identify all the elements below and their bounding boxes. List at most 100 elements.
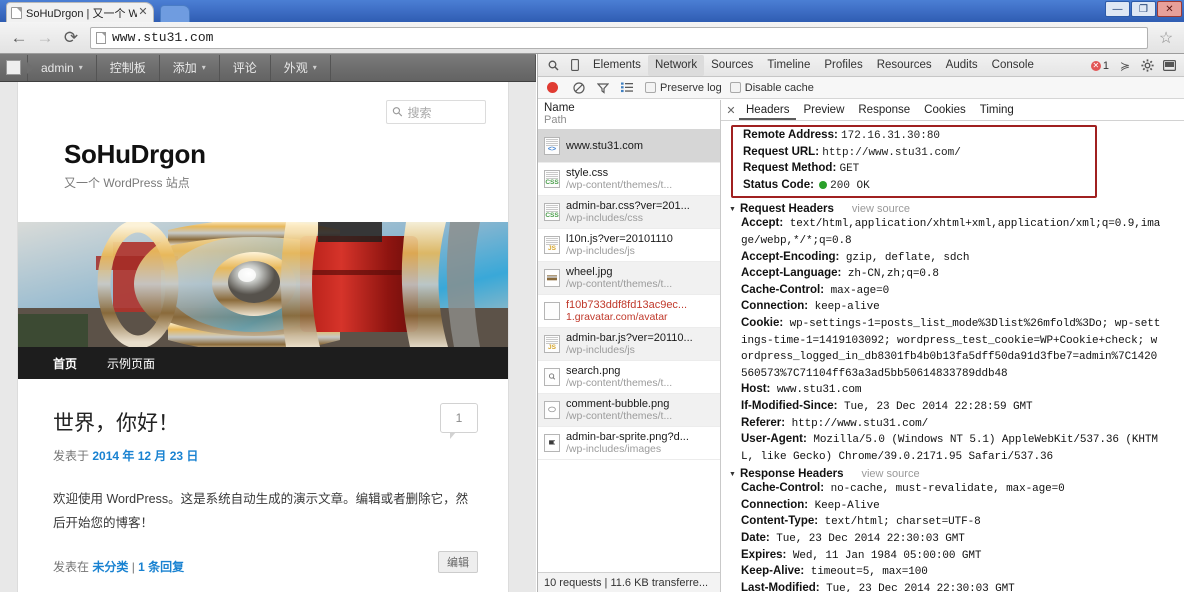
filter-icon[interactable] xyxy=(593,79,613,97)
close-icon[interactable]: ✕ xyxy=(723,104,739,117)
summary-value[interactable]: http://www.stu31.com/ xyxy=(822,147,961,159)
disable-cache-checkbox[interactable]: Disable cache xyxy=(730,82,814,94)
post-date[interactable]: 2014 年 12 月 23 日 xyxy=(92,449,198,463)
tab-headers[interactable]: Headers xyxy=(739,100,796,120)
tab-close-icon[interactable]: ✕ xyxy=(137,7,149,19)
js-file-icon: JS xyxy=(544,236,560,254)
tab-resources[interactable]: Resources xyxy=(870,55,939,76)
tab-timeline[interactable]: Timeline xyxy=(760,55,817,76)
post-footer-meta: 发表在 未分类 | 1 条回复 编辑 xyxy=(53,558,473,575)
view-source-link[interactable]: view source xyxy=(852,203,910,215)
post-edit-button[interactable]: 编辑 xyxy=(438,551,478,573)
tab-elements[interactable]: Elements xyxy=(586,55,648,76)
browser-toolbar: ← → ⟳ www.stu31.com ☆ xyxy=(0,22,1184,54)
console-drawer-icon[interactable]: ≽ xyxy=(1114,55,1136,76)
summary-value: GET xyxy=(839,163,859,175)
preserve-log-checkbox[interactable]: Preserve log xyxy=(645,82,722,94)
header-line: Connection: Keep-Alive xyxy=(729,498,1161,515)
nav-item-sample-page[interactable]: 示例页面 xyxy=(107,355,155,372)
header-key: Connection: xyxy=(741,300,808,312)
new-tab-button[interactable] xyxy=(160,5,190,22)
gear-icon[interactable] xyxy=(1136,55,1158,76)
header-value: www.stu31.com xyxy=(770,384,861,396)
table-row[interactable]: f10b733ddf8fd13ac9ec... 1.gravatar.com/a… xyxy=(538,295,720,328)
table-row[interactable]: admin-bar-sprite.png?d... /wp-includes/i… xyxy=(538,427,720,460)
request-name: l10n.js?ver=20101110 xyxy=(566,233,673,245)
search-icon: ⚲ xyxy=(389,103,407,121)
tab-cookies[interactable]: Cookies xyxy=(917,100,973,120)
window-restore-button[interactable]: ❐ xyxy=(1131,1,1156,17)
page-info-icon xyxy=(96,32,106,44)
network-body: Name Path <> www.stu31.com CSS xyxy=(538,100,1184,592)
tab-timing[interactable]: Timing xyxy=(973,100,1021,120)
header-key: Referer: xyxy=(741,417,785,429)
admin-bar-item-comments[interactable]: 评论 xyxy=(220,55,271,81)
table-row[interactable]: JS l10n.js?ver=20101110 /wp-includes/js xyxy=(538,229,720,262)
table-row[interactable]: <> www.stu31.com xyxy=(538,130,720,163)
bookmark-star-icon[interactable]: ☆ xyxy=(1154,28,1178,48)
comment-count-bubble[interactable]: 1 xyxy=(440,403,478,433)
group-by-frame-icon[interactable] xyxy=(617,79,637,97)
admin-bar-spacer xyxy=(331,55,536,81)
site-canvas: ⚲ 搜索 SoHuDrgon 又一个 WordPress 站点 xyxy=(0,82,536,592)
tab-response[interactable]: Response xyxy=(851,100,917,120)
header-value: zh-CN,zh;q=0.8 xyxy=(841,268,939,280)
view-source-link[interactable]: view source xyxy=(861,468,919,480)
site-container: ⚲ 搜索 SoHuDrgon 又一个 WordPress 站点 xyxy=(18,82,508,592)
sprite-png-icon xyxy=(544,434,560,452)
admin-bar-item-dashboard[interactable]: 控制板 xyxy=(97,55,160,81)
table-row[interactable]: wheel.jpg /wp-content/themes/t... xyxy=(538,262,720,295)
nav-item-home[interactable]: 首页 xyxy=(53,355,77,372)
table-row[interactable]: CSS style.css /wp-content/themes/t... xyxy=(538,163,720,196)
admin-bar-item-admin[interactable]: admin ▾ xyxy=(28,55,97,81)
header-key: If-Modified-Since: xyxy=(741,400,837,412)
tab-console[interactable]: Console xyxy=(985,55,1041,76)
search-icon[interactable] xyxy=(542,55,564,76)
table-row[interactable]: search.png /wp-content/themes/t... xyxy=(538,361,720,394)
request-headers-section-title[interactable]: ▼ Request Headers view source xyxy=(729,203,1184,215)
wordpress-logo-icon[interactable] xyxy=(0,55,28,81)
wordpress-admin-bar: admin ▾ 控制板 添加 ▾ 评论 外观 ▾ xyxy=(0,54,536,82)
table-row[interactable]: comment-bubble.png /wp-content/themes/t.… xyxy=(538,394,720,427)
tab-preview[interactable]: Preview xyxy=(796,100,851,120)
forward-icon[interactable]: → xyxy=(32,25,58,51)
request-name: www.stu31.com xyxy=(566,140,643,152)
site-search-box[interactable]: ⚲ 搜索 xyxy=(386,100,486,124)
reload-icon[interactable]: ⟳ xyxy=(58,25,84,51)
site-title[interactable]: SoHuDrgon xyxy=(64,139,206,170)
summary-key: Request Method: xyxy=(743,162,836,174)
header-value: timeout=5, max=100 xyxy=(804,566,928,578)
site-description: 又一个 WordPress 站点 xyxy=(64,174,190,191)
header-line: Host: www.stu31.com xyxy=(729,382,1161,399)
response-headers-section-title[interactable]: ▼ Response Headers view source xyxy=(729,468,1184,480)
tab-sources[interactable]: Sources xyxy=(704,55,760,76)
request-name: style.css xyxy=(566,167,608,179)
post-replies-link[interactable]: 1 条回复 xyxy=(138,560,184,574)
chevron-down-icon: ▾ xyxy=(202,63,206,72)
js-file-icon: JS xyxy=(544,335,560,353)
table-row[interactable]: JS admin-bar.js?ver=20110... /wp-include… xyxy=(538,328,720,361)
error-count-badge[interactable]: ✕ 1 xyxy=(1091,60,1109,72)
window-minimize-button[interactable]: — xyxy=(1105,1,1130,17)
record-button[interactable] xyxy=(547,82,558,93)
browser-tab[interactable]: SoHuDrgon | 又一个 Word ✕ xyxy=(6,2,154,22)
window-close-button[interactable]: ✕ xyxy=(1157,1,1182,17)
comment-bubble-png-icon xyxy=(544,401,560,419)
address-bar[interactable]: www.stu31.com xyxy=(90,27,1148,49)
header-value: gzip, deflate, sdch xyxy=(839,252,969,264)
table-row[interactable]: CSS admin-bar.css?ver=201... /wp-include… xyxy=(538,196,720,229)
device-mode-icon[interactable] xyxy=(564,55,586,76)
tab-network[interactable]: Network xyxy=(648,55,704,76)
post-title[interactable]: 世界，你好！ xyxy=(53,407,473,437)
tab-profiles[interactable]: Profiles xyxy=(817,55,869,76)
dock-position-icon[interactable] xyxy=(1158,55,1180,76)
admin-bar-item-appearance[interactable]: 外观 ▾ xyxy=(271,55,331,81)
clear-icon[interactable] xyxy=(569,79,589,97)
admin-bar-item-new[interactable]: 添加 ▾ xyxy=(160,55,220,81)
post-category-link[interactable]: 未分类 xyxy=(92,560,128,574)
back-icon[interactable]: ← xyxy=(6,25,32,51)
network-list-header[interactable]: Name Path xyxy=(538,100,720,130)
request-path: /wp-includes/js xyxy=(566,344,635,356)
header-line: Cache-Control: max-age=0 xyxy=(729,283,1161,300)
tab-audits[interactable]: Audits xyxy=(939,55,985,76)
